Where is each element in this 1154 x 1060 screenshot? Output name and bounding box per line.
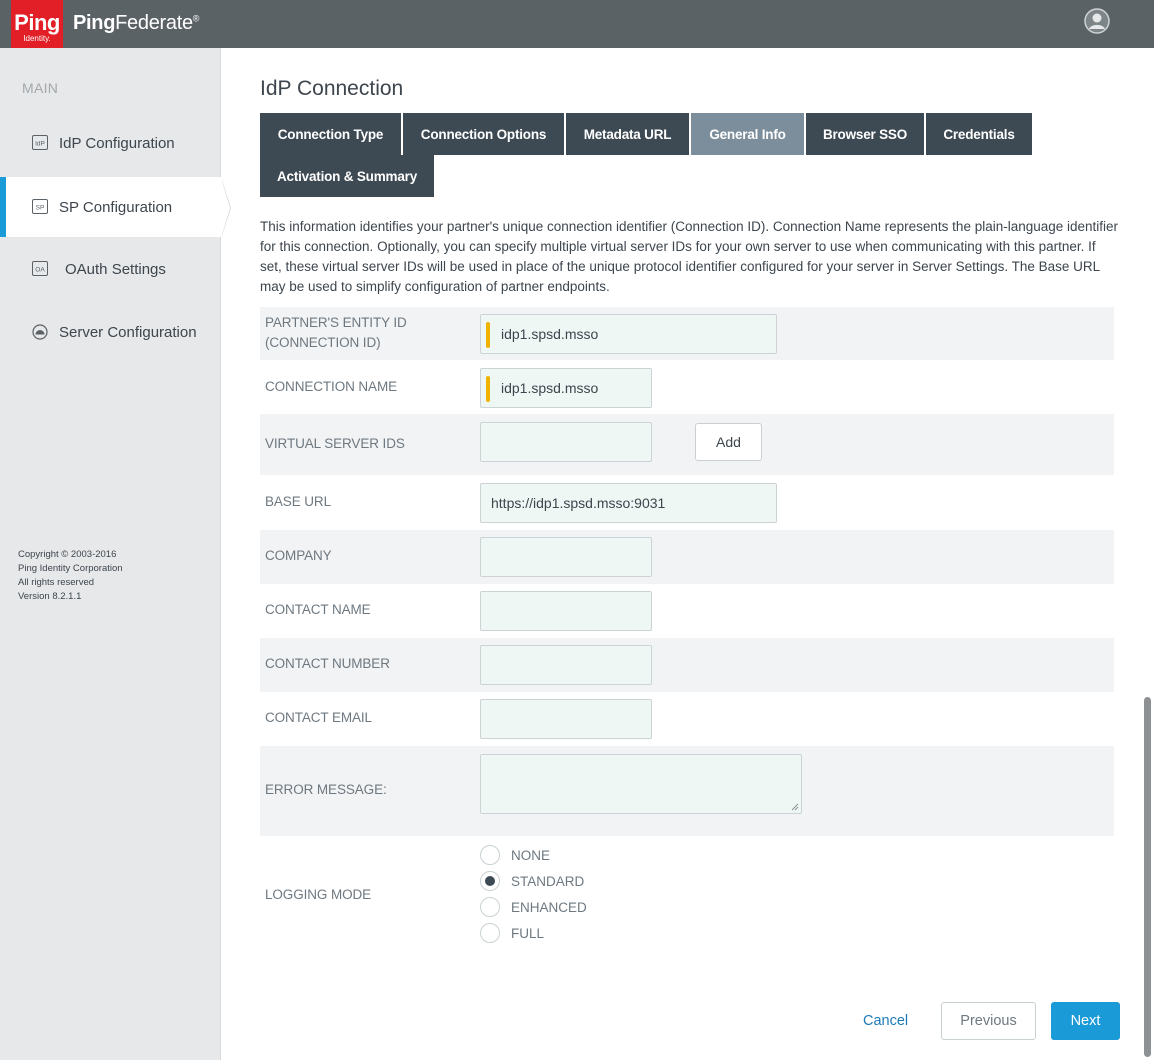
logging-mode-option-standard[interactable]: STANDARD	[480, 870, 584, 892]
radio-button[interactable]	[480, 897, 500, 917]
vertical-scrollbar[interactable]	[1144, 697, 1151, 1057]
active-indicator-arrow	[221, 178, 230, 238]
connection-name-row: CONNECTION NAME idp1.spsd.msso	[260, 360, 1114, 414]
connection-name-label: CONNECTION NAME	[265, 379, 398, 394]
error-message-label: ERROR MESSAGE:	[265, 782, 387, 797]
sidebar-item-idp-configuration[interactable]: IdP IdP Configuration	[0, 113, 221, 173]
cancel-button[interactable]: Cancel	[863, 1013, 908, 1029]
product-name: PingFederate®	[73, 12, 199, 35]
base-url-row: BASE URL https://idp1.spsd.msso:9031	[260, 475, 1114, 530]
oauth-icon: OA	[32, 261, 48, 277]
error-message-row: ERROR MESSAGE:	[260, 746, 1114, 836]
page-title: IdP Connection	[260, 77, 404, 100]
version-line: Version 8.2.1.1	[18, 591, 82, 602]
sidebar-item-label: SP Configuration	[59, 198, 173, 216]
idp-icon: IdP	[32, 135, 48, 151]
svg-text:SP: SP	[36, 205, 45, 212]
top-bar: Ping Identity. PingFederate®	[0, 0, 1154, 50]
required-marker	[486, 376, 490, 402]
copyright-notice: Copyright © 2003-2016 Ping Identity Corp…	[18, 548, 123, 604]
sidebar-item-server-configuration[interactable]: Server Configuration	[0, 302, 221, 362]
virtual-server-ids-input[interactable]	[480, 422, 652, 462]
page-description: This information identifies your partner…	[260, 219, 1119, 294]
company-row: COMPANY	[260, 530, 1114, 584]
contact-number-label: CONTACT NUMBER	[265, 656, 390, 671]
sidebar-item-label: OAuth Settings	[65, 260, 166, 278]
required-marker	[486, 322, 490, 348]
radio-button-selected[interactable]	[480, 871, 500, 891]
ping-identity-logo[interactable]: Ping Identity.	[11, 0, 63, 50]
sidebar-heading: MAIN	[22, 80, 59, 96]
logging-mode-option-none[interactable]: NONE	[480, 844, 550, 866]
radio-label: FULL	[511, 925, 545, 941]
tab-browser-sso[interactable]: Browser SSO	[806, 113, 924, 155]
entity-id-label: PARTNER'S ENTITY ID (CONNECTION ID)	[265, 313, 407, 353]
logo-text: Ping	[14, 10, 60, 35]
base-url-input[interactable]: https://idp1.spsd.msso:9031	[480, 483, 777, 523]
resize-grip-icon[interactable]	[791, 803, 799, 811]
tab-activation-summary[interactable]: Activation & Summary	[260, 155, 434, 197]
previous-button[interactable]: Previous	[941, 1002, 1036, 1040]
product-name-bold: Ping	[73, 12, 116, 34]
svg-text:IdP: IdP	[35, 141, 45, 148]
radio-label: ENHANCED	[511, 899, 587, 915]
logging-mode-option-full[interactable]: FULL	[480, 922, 544, 944]
tab-connection-type[interactable]: Connection Type	[260, 113, 401, 155]
entity-id-label-line1: PARTNER'S ENTITY ID	[265, 315, 407, 330]
sidebar: MAIN IdP IdP Configuration SP SP Configu…	[0, 48, 231, 1060]
contact-name-row: CONTACT NAME	[260, 584, 1114, 638]
entity-id-value: idp1.spsd.msso	[501, 326, 599, 342]
contact-number-row: CONTACT NUMBER	[260, 638, 1114, 692]
radio-label: NONE	[511, 847, 551, 863]
add-virtual-server-id-button[interactable]: Add	[695, 423, 762, 461]
logging-mode-row: LOGGING MODE NONE STANDARD ENHANCED FULL	[260, 836, 1114, 956]
virtual-server-ids-label: VIRTUAL SERVER IDS	[265, 436, 405, 451]
tab-connection-options[interactable]: Connection Options	[403, 113, 564, 155]
sidebar-item-label: IdP Configuration	[59, 134, 175, 152]
sidebar-item-oauth-settings[interactable]: OA OAuth Settings	[0, 239, 221, 299]
contact-name-label: CONTACT NAME	[265, 602, 371, 617]
sp-icon: SP	[32, 199, 48, 215]
company-input[interactable]	[480, 537, 652, 577]
sidebar-item-label: Server Configuration	[59, 323, 197, 341]
logging-mode-label: LOGGING MODE	[265, 887, 372, 902]
server-icon	[32, 324, 48, 340]
radio-button[interactable]	[480, 923, 500, 943]
user-avatar-icon[interactable]	[1084, 8, 1110, 34]
tab-credentials[interactable]: Credentials	[926, 113, 1032, 155]
virtual-server-ids-row: VIRTUAL SERVER IDS Add	[260, 414, 1114, 475]
contact-number-input[interactable]	[480, 645, 652, 685]
connection-name-value: idp1.spsd.msso	[501, 380, 599, 396]
copyright-line: All rights reserved	[18, 577, 95, 588]
radio-button[interactable]	[480, 845, 500, 865]
base-url-label: BASE URL	[265, 494, 331, 509]
trademark-symbol: ®	[192, 13, 200, 24]
entity-id-input[interactable]: idp1.spsd.msso	[480, 314, 777, 354]
radio-label: STANDARD	[511, 873, 585, 889]
copyright-line: Copyright © 2003-2016	[18, 549, 117, 560]
connection-name-input[interactable]: idp1.spsd.msso	[480, 368, 652, 408]
product-name-rest: Federate	[115, 12, 193, 34]
entity-id-row: PARTNER'S ENTITY ID (CONNECTION ID) idp1…	[260, 307, 1114, 360]
base-url-value: https://idp1.spsd.msso:9031	[491, 495, 666, 511]
tab-general-info[interactable]: General Info	[691, 113, 804, 155]
contact-name-input[interactable]	[480, 591, 652, 631]
entity-id-label-line2: (CONNECTION ID)	[265, 335, 381, 350]
logging-mode-option-enhanced[interactable]: ENHANCED	[480, 896, 587, 918]
contact-email-row: CONTACT EMAIL	[260, 692, 1114, 746]
contact-email-label: CONTACT EMAIL	[265, 710, 372, 725]
svg-text:OA: OA	[35, 267, 45, 274]
company-label: COMPANY	[265, 548, 332, 563]
error-message-textarea[interactable]	[480, 754, 802, 814]
contact-email-input[interactable]	[480, 699, 652, 739]
sidebar-item-sp-configuration[interactable]: SP SP Configuration	[0, 177, 222, 237]
tab-metadata-url[interactable]: Metadata URL	[566, 113, 689, 155]
next-button[interactable]: Next	[1051, 1002, 1120, 1040]
copyright-line: Ping Identity Corporation	[18, 563, 123, 574]
